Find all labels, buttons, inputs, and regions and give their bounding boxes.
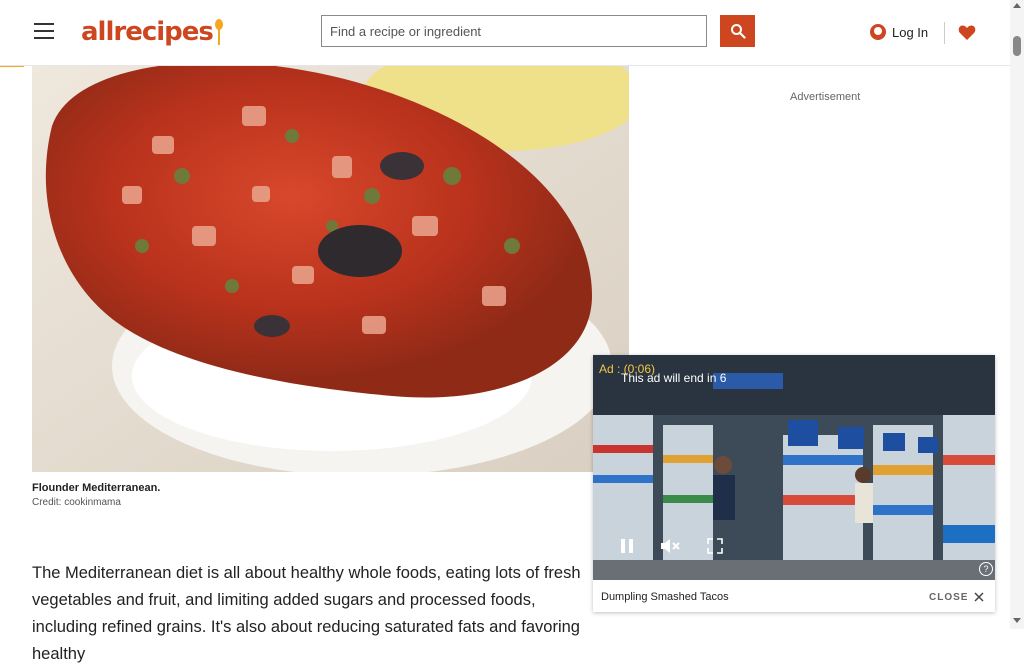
header-divider	[944, 22, 945, 44]
ad-video-title: Dumpling Smashed Tacos	[601, 591, 729, 603]
recipe-image	[32, 66, 629, 472]
muted-speaker-icon	[661, 539, 680, 553]
heart-icon	[958, 25, 976, 40]
menu-icon[interactable]	[31, 19, 57, 43]
video-ad-player[interactable]: Ad : (0:06) This ad will end in 6 ? Dump…	[593, 355, 995, 612]
scrollbar[interactable]	[1010, 0, 1024, 629]
pause-icon	[621, 539, 633, 553]
search-icon	[730, 24, 746, 39]
fullscreen-icon	[707, 538, 723, 554]
site-header: allrecipes Log In	[0, 0, 1010, 66]
help-icon[interactable]: ?	[979, 562, 993, 576]
close-label: CLOSE	[929, 591, 969, 603]
scroll-up-arrow-icon[interactable]	[1013, 3, 1021, 8]
login-label: Log In	[892, 24, 929, 40]
pause-button[interactable]	[611, 531, 643, 561]
logo-text: allrecipes	[81, 17, 214, 47]
logo[interactable]: allrecipes	[81, 16, 223, 48]
scroll-thumb[interactable]	[1013, 36, 1021, 56]
image-caption-credit: Credit: cookinmama	[32, 497, 121, 508]
scroll-down-arrow-icon[interactable]	[1013, 618, 1021, 623]
spoon-icon	[214, 19, 223, 45]
search-button[interactable]	[720, 15, 755, 47]
mute-button[interactable]	[655, 531, 687, 561]
image-caption-title: Flounder Mediterranean.	[32, 482, 161, 494]
login-link[interactable]: Log In	[870, 20, 928, 44]
article-paragraph: The Mediterranean diet is all about heal…	[32, 564, 581, 663]
close-icon	[974, 592, 984, 602]
user-icon	[870, 24, 886, 40]
advertisement-label: Advertisement	[790, 91, 861, 103]
ad-video[interactable]: Ad : (0:06) This ad will end in 6 ?	[593, 355, 995, 580]
ad-end-notice: This ad will end in 6	[621, 371, 727, 385]
search-bar	[321, 15, 755, 49]
saved-recipes-button[interactable]	[955, 20, 979, 44]
fullscreen-button[interactable]	[699, 531, 731, 561]
close-ad-button[interactable]: CLOSE	[929, 589, 984, 605]
search-input[interactable]	[321, 15, 707, 47]
